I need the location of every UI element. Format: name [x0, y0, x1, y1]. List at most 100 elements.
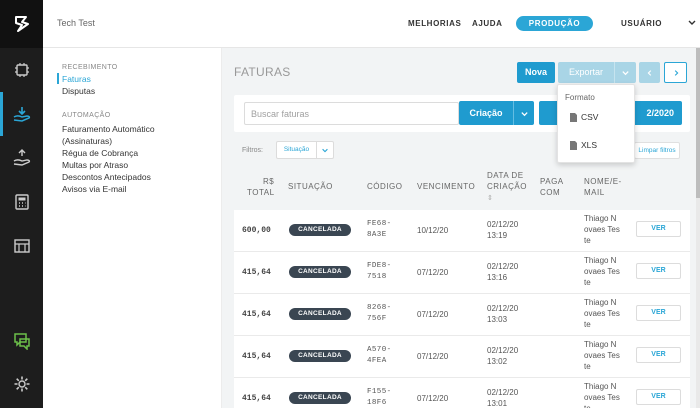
table-header: R$ TOTAL SITUAÇÃO CÓDIGO VENCIMENTO DATA…: [234, 166, 690, 210]
row-created-date: 02/12/20: [487, 220, 519, 229]
row-due-date: 07/12/20: [417, 394, 449, 403]
row-due-date: 07/12/20: [417, 268, 449, 277]
row-name-line3: te: [584, 320, 591, 329]
page-scrollbar[interactable]: [696, 48, 700, 408]
row-name-line3: te: [584, 236, 591, 245]
sort-indicator-icon[interactable]: ⇕: [487, 193, 493, 204]
sidebar-item-email-notices[interactable]: Avisos via E-mail: [62, 184, 127, 194]
status-badge: CANCELADA: [289, 266, 351, 278]
nav-help-link[interactable]: AJUDA: [472, 19, 503, 28]
file-icon: [570, 112, 577, 122]
view-invoice-button[interactable]: VER: [636, 263, 681, 279]
row-created-time: 13:19: [487, 231, 508, 240]
app-logo-icon[interactable]: [0, 0, 43, 48]
clear-filters-button[interactable]: Limpar filtros: [634, 142, 680, 159]
row-total: 600,00: [242, 226, 271, 235]
row-name-line1: Thiago N: [584, 256, 617, 265]
nav-improvements-link[interactable]: MELHORIAS: [408, 19, 461, 28]
search-input[interactable]: [244, 102, 459, 125]
export-format-menu: Formato CSV XLS: [557, 84, 635, 163]
row-code-line2: 18F6: [367, 399, 387, 407]
environment-badge[interactable]: PRODUÇÃO: [516, 16, 593, 31]
row-name-line2: ovaes Tes: [584, 393, 620, 402]
col-header-paid-line1: PAGA: [540, 177, 564, 186]
rail-receive-money-icon[interactable]: [0, 92, 43, 136]
row-code-line2: 4FEA: [367, 357, 387, 365]
export-option-csv[interactable]: CSV: [570, 112, 598, 122]
row-code-line1: FDE8-: [367, 262, 392, 270]
table-row[interactable]: 415,64 CANCELADA 8268- 756F 07/12/20 02/12/20…: [234, 294, 690, 336]
rail-store-icon[interactable]: [0, 224, 43, 268]
sidebar-item-invoices[interactable]: Faturas: [62, 74, 91, 84]
col-header-status: SITUAÇÃO: [288, 182, 333, 191]
view-invoice-button[interactable]: VER: [636, 305, 681, 321]
row-code-line1: 8268-: [367, 304, 392, 312]
col-header-paid-line2: COM: [540, 188, 561, 197]
view-invoice-button[interactable]: VER: [636, 389, 681, 405]
row-name-line3: te: [584, 362, 591, 371]
rail-chat-icon[interactable]: [0, 318, 43, 362]
export-chevron-down-icon[interactable]: [614, 62, 636, 83]
row-name-line1: Thiago N: [584, 214, 617, 223]
row-code-line2: 7518: [367, 273, 387, 281]
status-badge: CANCELADA: [289, 350, 351, 362]
filters-label: Filtros:: [242, 147, 263, 154]
status-filter-value: Situação: [277, 142, 317, 158]
table-row[interactable]: 415,64 CANCELADA F155- 18F6 07/12/20 02/12/20…: [234, 378, 690, 408]
scrollbar-thumb[interactable]: [696, 48, 700, 198]
app-rail: [0, 0, 43, 408]
rail-chip-icon[interactable]: [0, 48, 43, 92]
row-name-line2: ovaes Tes: [584, 351, 620, 360]
row-due-date: 07/12/20: [417, 310, 449, 319]
view-invoice-button[interactable]: VER: [636, 347, 681, 363]
status-filter-chevron-down-icon[interactable]: [317, 142, 333, 158]
sort-button-label: Criação: [469, 108, 503, 118]
export-option-xls-label: XLS: [581, 140, 598, 150]
row-name-line1: Thiago N: [584, 382, 617, 391]
invoices-table: R$ TOTAL SITUAÇÃO CÓDIGO VENCIMENTO DATA…: [234, 166, 690, 408]
row-code-line2: 8A3E: [367, 231, 387, 239]
row-name-line1: Thiago N: [584, 340, 617, 349]
sidebar-item-late-fees[interactable]: Multas por Atraso: [62, 160, 128, 170]
row-name-line3: te: [584, 278, 591, 287]
rail-settings-gear-icon[interactable]: [0, 362, 43, 406]
row-code-line1: FE68-: [367, 220, 392, 228]
sidebar-item-early-discounts[interactable]: Descontos Antecipados: [62, 172, 151, 182]
col-header-created-line1: DATA DE: [487, 171, 524, 180]
status-filter-select[interactable]: Situação: [276, 141, 334, 159]
sidebar-item-disputes[interactable]: Disputas: [62, 86, 95, 96]
top-bar: Tech Test MELHORIAS AJUDA PRODUÇÃO USUÁR…: [43, 0, 700, 48]
new-invoice-button[interactable]: Nova: [517, 62, 555, 83]
previous-page-button[interactable]: [639, 62, 660, 83]
user-chevron-down-icon[interactable]: [687, 17, 697, 29]
col-header-created-line2: CRIAÇÃO: [487, 182, 527, 191]
table-body: 600,00 CANCELADA FE68- 8A3E 10/12/20 02/12/20…: [234, 210, 690, 408]
sort-button[interactable]: Criação: [459, 101, 534, 125]
chevron-left-icon: [647, 69, 651, 76]
next-page-button[interactable]: [664, 62, 687, 83]
col-header-name-line2: MAIL: [584, 188, 605, 197]
export-menu-header: Formato: [565, 93, 595, 102]
row-created-date: 02/12/20: [487, 388, 519, 397]
user-menu[interactable]: USUÁRIO: [621, 19, 662, 28]
row-total: 415,64: [242, 352, 271, 361]
table-row[interactable]: 600,00 CANCELADA FE68- 8A3E 10/12/20 02/12/20…: [234, 210, 690, 252]
row-created-time: 13:01: [487, 399, 508, 408]
sort-chevron-down-icon[interactable]: [513, 101, 534, 125]
rail-calculator-icon[interactable]: [0, 180, 43, 224]
sidebar-item-subscriptions[interactable]: (Assinaturas): [62, 136, 112, 146]
table-row[interactable]: 415,64 CANCELADA A570- 4FEA 07/12/20 02/12/20…: [234, 336, 690, 378]
export-button[interactable]: Exportar: [558, 62, 636, 83]
row-name-line2: ovaes Tes: [584, 309, 620, 318]
sidebar-item-automatic-billing[interactable]: Faturamento Automático: [62, 124, 155, 134]
row-created-time: 13:03: [487, 315, 508, 324]
col-header-currency: R$: [263, 177, 275, 186]
table-row[interactable]: 415,64 CANCELADA FDE8- 7518 07/12/20 02/12/20…: [234, 252, 690, 294]
view-invoice-button[interactable]: VER: [636, 221, 681, 237]
rail-transfer-icon[interactable]: [0, 136, 43, 180]
export-option-xls[interactable]: XLS: [570, 140, 597, 150]
status-badge: CANCELADA: [289, 392, 351, 404]
sidebar-item-collection-rules[interactable]: Régua de Cobrança: [62, 148, 138, 158]
row-due-date: 07/12/20: [417, 352, 449, 361]
row-name-line2: ovaes Tes: [584, 225, 620, 234]
